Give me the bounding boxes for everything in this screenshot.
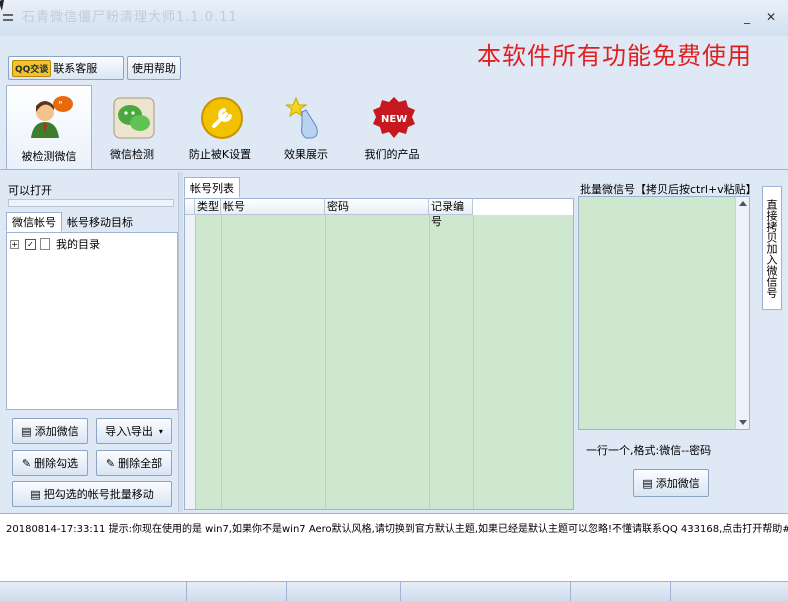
status-log: 20180814-17:33:11 提示:你现在使用的是 win7,如果你不是w…: [0, 513, 788, 582]
column-password[interactable]: 密码: [325, 199, 429, 215]
status-log-line[interactable]: 20180814-17:33:11 提示:你现在使用的是 win7,如果你不是w…: [6, 520, 788, 535]
account-grid[interactable]: 类型 帐号 密码 记录编号: [184, 198, 574, 510]
wrench-icon: [201, 97, 243, 139]
new-badge-icon: NEW: [373, 97, 415, 138]
ribbon-anti-k-settings[interactable]: 防止被K设置: [178, 88, 262, 168]
contact-support-label: 联系客服: [53, 62, 98, 75]
ribbon-label: 防止被K设置: [188, 148, 252, 161]
batch-input-header: 批量微信号【拷贝后按ctrl+v粘贴】: [580, 183, 757, 196]
ribbon-detected-wechat[interactable]: " 被检测微信: [6, 85, 92, 170]
move-icon: ▤: [30, 487, 41, 501]
progress-bar: [8, 199, 174, 207]
checkbox-icon[interactable]: ✓: [25, 238, 36, 250]
hand-star-icon: [286, 96, 318, 139]
add-batch-label: 添加微信: [655, 477, 700, 490]
eraser-icon: ✎: [21, 456, 32, 470]
batch-move-button[interactable]: ▤ 把勾选的帐号批量移动: [12, 481, 172, 507]
ribbon-effect-show[interactable]: 效果展示: [264, 88, 348, 168]
batch-wechat-textarea[interactable]: [578, 196, 750, 430]
format-hint: 一行一个,格式:微信--密码: [586, 444, 712, 457]
status-segment: [570, 582, 671, 601]
splitter[interactable]: [178, 172, 183, 512]
free-banner: 本软件所有功能免费使用: [477, 42, 752, 70]
column-type[interactable]: 类型: [195, 199, 221, 215]
status-segment: [0, 582, 187, 601]
ribbon-label: 微信检测: [110, 148, 154, 161]
delete-all-button[interactable]: ✎ 删除全部: [96, 450, 172, 476]
delete-checked-button[interactable]: ✎ 删除勾选: [12, 450, 88, 476]
status-segment: [400, 582, 571, 601]
tab-account-list[interactable]: 帐号列表: [184, 177, 240, 198]
tree-node-root[interactable]: + ✓ 我的目录: [10, 236, 100, 252]
tab-paste-add-wechat[interactable]: 直接拷贝加入微信号: [762, 186, 782, 310]
delete-all-label: 删除全部: [118, 457, 163, 470]
close-icon[interactable]: ✕: [764, 10, 778, 24]
tab-move-target[interactable]: 帐号移动目标: [63, 212, 137, 232]
add-wechat-label: 添加微信: [34, 425, 79, 438]
account-tree[interactable]: + ✓ 我的目录: [6, 232, 178, 410]
qq-chat-badge[interactable]: QQ交谈: [12, 59, 52, 77]
ribbon-label: 我们的产品: [364, 148, 420, 161]
help-button[interactable]: 使用帮助: [127, 56, 181, 80]
grid-line: [429, 215, 430, 509]
grid-line: [473, 215, 474, 509]
grid-line: [221, 215, 222, 509]
import-export-label: 导入\导出: [105, 425, 153, 438]
page-icon: [40, 238, 50, 250]
import-export-button[interactable]: 导入\导出 ▾: [96, 418, 172, 444]
grid-body: [195, 215, 573, 509]
corner-header: [185, 199, 195, 215]
wechat-icon: [113, 97, 155, 139]
column-account[interactable]: 帐号: [221, 199, 325, 215]
tab-wechat-account[interactable]: 微信帐号: [6, 212, 62, 232]
svg-text:": ": [58, 100, 63, 111]
left-status-label: 可以打开: [8, 184, 52, 197]
expand-icon[interactable]: +: [10, 239, 19, 249]
user-chat-icon: ": [31, 96, 73, 138]
scroll-up-icon[interactable]: [739, 201, 747, 206]
add-wechat-button[interactable]: ▤ 添加微信: [12, 418, 88, 444]
ribbon-label: 被检测微信: [21, 150, 77, 163]
row-header: [185, 215, 196, 509]
ribbon-wechat-check[interactable]: 微信检测: [90, 88, 174, 168]
batch-move-label: 把勾选的帐号批量移动: [43, 488, 154, 501]
add-icon: ▤: [21, 424, 32, 438]
scroll-down-icon[interactable]: [739, 420, 747, 425]
delete-checked-label: 删除勾选: [34, 457, 79, 470]
dropdown-icon: ▾: [158, 426, 163, 436]
grid-line: [325, 215, 326, 509]
ribbon-divider: [0, 169, 788, 170]
eraser-icon: ✎: [105, 456, 116, 470]
ribbon-our-products[interactable]: NEW 我们的产品: [350, 88, 434, 168]
bottom-status-bar: [0, 581, 788, 601]
app-menu-icon[interactable]: [3, 14, 13, 21]
add-batch-wechat-button[interactable]: ▤ 添加微信: [633, 469, 709, 497]
add-icon: ▤: [642, 476, 653, 490]
svg-text:NEW: NEW: [381, 114, 407, 125]
tree-root-label: 我的目录: [56, 238, 100, 251]
contact-support-button[interactable]: QQ交谈 联系客服: [8, 56, 124, 80]
column-record-id[interactable]: 记录编号: [429, 199, 473, 228]
window-title: 石青微信僵尸粉清理大师1.1.0.11: [22, 10, 238, 25]
status-segment: [186, 582, 287, 601]
scrollbar[interactable]: [735, 197, 749, 429]
ribbon-label: 效果展示: [284, 148, 328, 161]
minimize-icon[interactable]: _: [740, 10, 754, 24]
status-segment: [286, 582, 401, 601]
